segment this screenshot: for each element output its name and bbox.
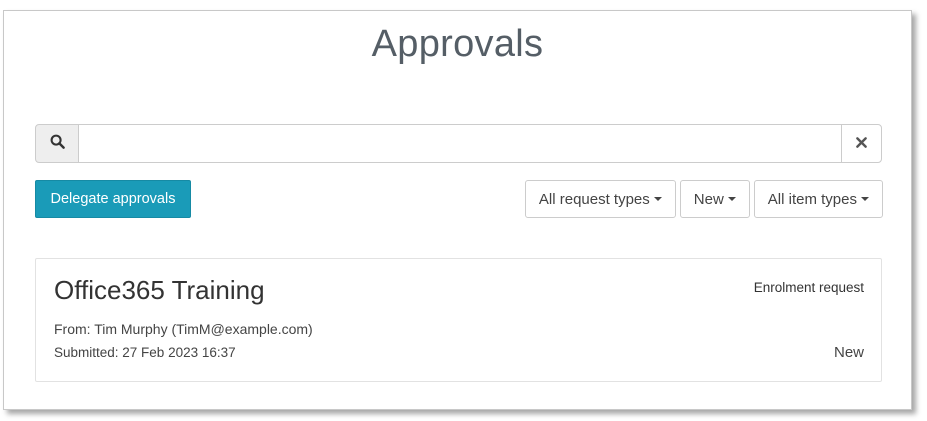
item-type-filter-label: All item types	[767, 190, 857, 208]
search-input[interactable]	[79, 124, 841, 163]
approval-card[interactable]: Office365 Training Enrolment request Fro…	[35, 258, 882, 382]
caret-down-icon	[861, 197, 869, 201]
page-title: Approvals	[371, 23, 544, 65]
status-label: New	[833, 344, 864, 361]
caret-down-icon	[727, 197, 736, 201]
close-icon	[856, 135, 867, 152]
clear-search-button[interactable]	[841, 124, 882, 163]
status-filter[interactable]: New	[679, 180, 750, 218]
request-type-filter-label: All request types	[538, 190, 650, 208]
search-addon	[35, 124, 79, 163]
approval-title[interactable]: Office365 Training	[54, 275, 265, 306]
request-type-filter[interactable]: All request types	[524, 180, 676, 218]
item-type-filter[interactable]: All item types	[753, 180, 883, 218]
submitted-date: Submitted: 27 Feb 2023 16:37	[54, 345, 236, 360]
delegate-approvals-button[interactable]: Delegate approvals	[35, 180, 191, 218]
magnifier-icon	[50, 134, 65, 154]
filter-group: All request types New All item types	[524, 180, 883, 218]
approvals-panel: Approvals Delegate approvals All request…	[3, 10, 912, 410]
request-type-label: Enrolment request	[753, 280, 864, 295]
caret-down-icon	[653, 197, 662, 201]
status-filter-label: New	[693, 190, 724, 208]
search-bar	[35, 124, 882, 163]
requester-info: From: Tim Murphy (TimM@example.com)	[54, 321, 313, 337]
